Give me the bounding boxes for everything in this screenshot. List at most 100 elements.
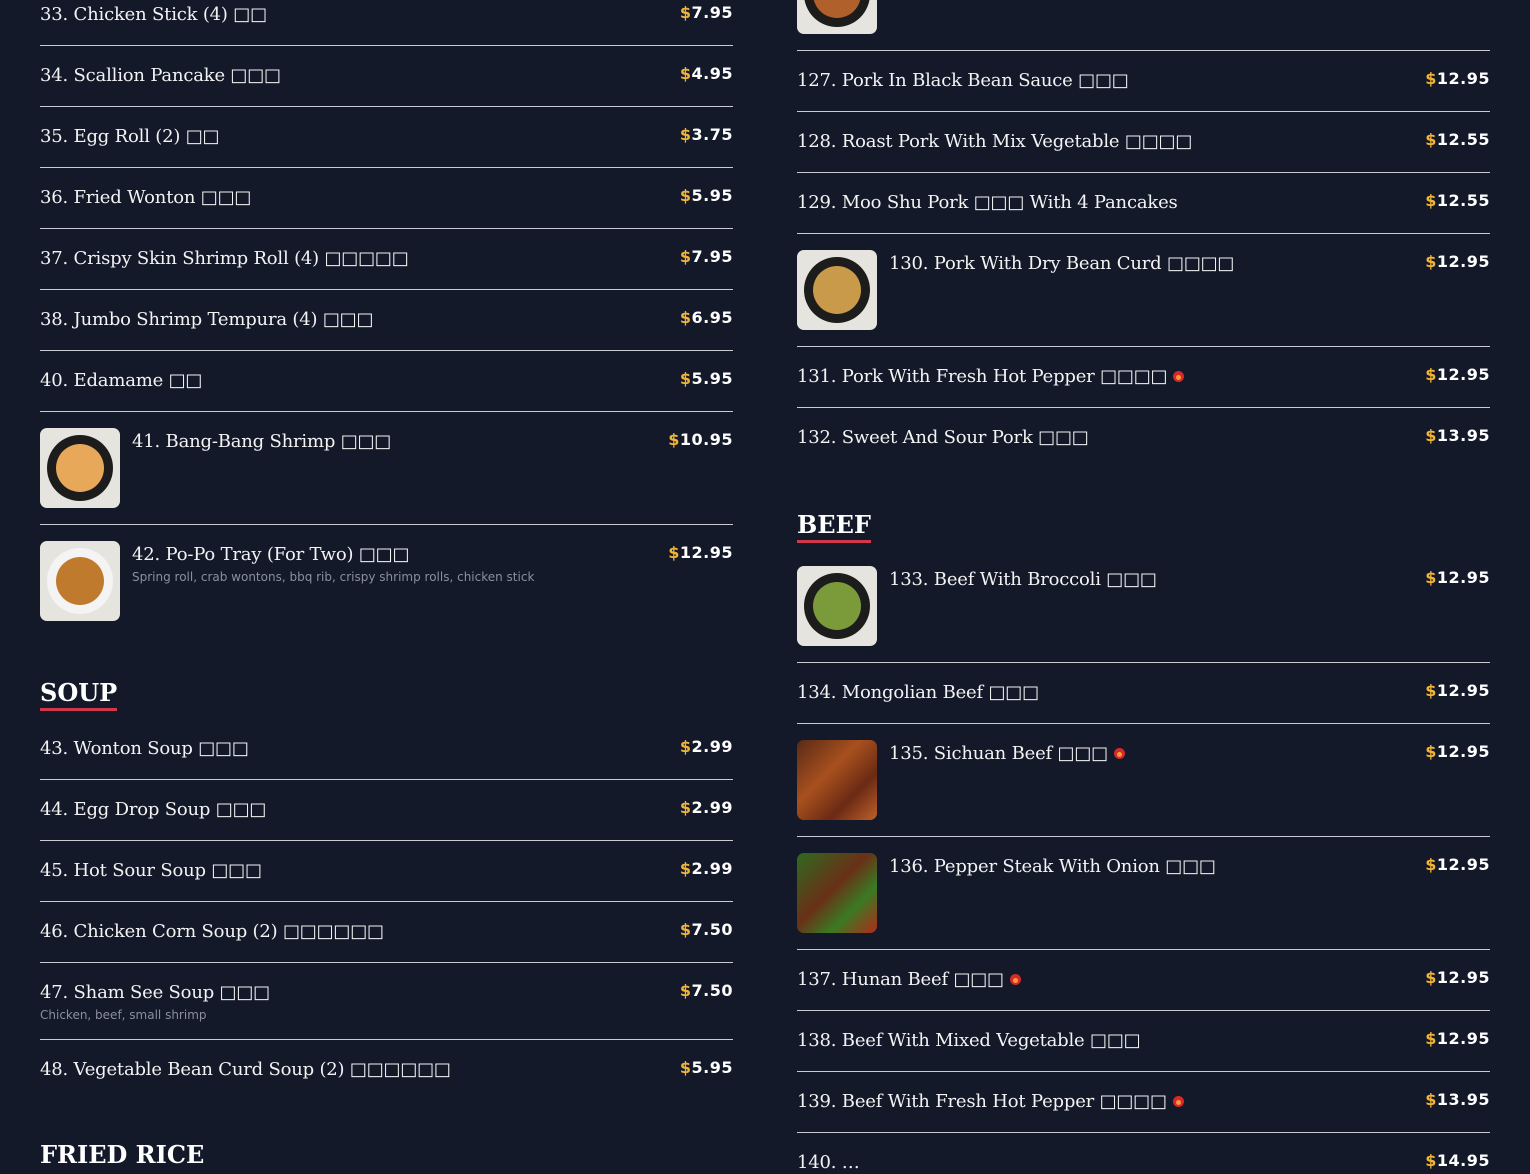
menu-item[interactable]: 42. Po-Po Tray (For Two) □□□ Spring roll…	[40, 525, 733, 625]
dish-photo[interactable]	[40, 541, 120, 621]
item-price: $14.95	[1425, 1151, 1490, 1170]
menu-item[interactable]: 137. Hunan Beef □□□ $12.95	[797, 950, 1490, 1011]
menu-item[interactable]: 40. Edamame □□ $5.95	[40, 351, 733, 412]
item-name: 138. Beef With Mixed Vegetable □□□	[797, 1030, 1141, 1051]
item-price: $12.95	[1425, 365, 1490, 384]
dish-photo[interactable]	[797, 0, 877, 34]
food-shape	[813, 582, 861, 630]
item-description: Chicken, beef, small shrimp	[40, 1008, 207, 1022]
item-name: 133. Beef With Broccoli □□□	[889, 569, 1157, 590]
item-price: $12.95	[1425, 968, 1490, 987]
item-name: 34. Scallion Pancake □□□	[40, 65, 281, 86]
menu-item[interactable]: 46. Chicken Corn Soup (2) □□□□□□ $7.50	[40, 902, 733, 963]
section-underline	[40, 708, 118, 711]
item-name: 37. Crispy Skin Shrimp Roll (4) □□□□□	[40, 248, 409, 269]
item-name: 40. Edamame □□	[40, 370, 203, 391]
menu-item[interactable]: 41. Bang-Bang Shrimp □□□ $10.95	[40, 412, 733, 525]
item-price: $12.95	[1425, 252, 1490, 271]
item-price: $2.99	[679, 859, 733, 878]
food-shape	[813, 266, 861, 314]
item-name: 136. Pepper Steak With Onion □□□	[889, 856, 1216, 877]
dish-photo[interactable]	[40, 428, 120, 508]
item-price: $5.95	[679, 186, 733, 205]
item-name: 44. Egg Drop Soup □□□	[40, 799, 267, 820]
dish-photo[interactable]	[797, 853, 877, 933]
item-price: $2.99	[679, 798, 733, 817]
menu-item[interactable]: 136. Pepper Steak With Onion □□□ $12.95	[797, 837, 1490, 950]
menu-item[interactable]: 44. Egg Drop Soup □□□ $2.99	[40, 780, 733, 841]
menu-item[interactable]: 132. Sweet And Sour Pork □□□ $13.95	[797, 408, 1490, 469]
menu-item[interactable]: 47. Sham See Soup □□□ Chicken, beef, sma…	[40, 963, 733, 1040]
food-shape	[56, 557, 104, 605]
dish-photo[interactable]	[797, 566, 877, 646]
item-name: 45. Hot Sour Soup □□□	[40, 860, 262, 881]
item-name-row: 137. Hunan Beef □□□	[797, 969, 1021, 991]
item-name: 131. Pork With Fresh Hot Pepper □□□□	[797, 366, 1168, 387]
menu-item[interactable]: 33. Chicken Stick (4) □□ $7.95	[40, 0, 733, 46]
menu-item[interactable]: 131. Pork With Fresh Hot Pepper □□□□ $12…	[797, 347, 1490, 408]
item-name-row: 139. Beef With Fresh Hot Pepper □□□□	[797, 1091, 1184, 1113]
menu-item[interactable]: 135. Sichuan Beef □□□ $12.95	[797, 724, 1490, 837]
menu-item[interactable]: 34. Scallion Pancake □□□ $4.95	[40, 46, 733, 107]
spicy-icon	[1173, 371, 1185, 382]
section-underline	[797, 540, 871, 543]
item-name: 43. Wonton Soup □□□	[40, 738, 249, 759]
dish-photo[interactable]	[797, 740, 877, 820]
menu-item[interactable]: 139. Beef With Fresh Hot Pepper □□□□ $13…	[797, 1072, 1490, 1133]
item-price: $5.95	[679, 1058, 733, 1077]
food-shape	[56, 444, 104, 492]
item-name: 36. Fried Wonton □□□	[40, 187, 252, 208]
item-price: $12.95	[1425, 681, 1490, 700]
menu-item[interactable]: 36. Fried Wonton □□□ $5.95	[40, 168, 733, 229]
food-shape	[797, 740, 877, 820]
spicy-icon	[1113, 748, 1125, 759]
item-name-row: 135. Sichuan Beef □□□	[889, 743, 1125, 765]
food-shape	[797, 853, 877, 933]
item-name: 47. Sham See Soup □□□	[40, 982, 270, 1003]
item-name: 135. Sichuan Beef □□□	[889, 743, 1108, 764]
item-price: $7.95	[679, 3, 733, 22]
item-price: $12.95	[1425, 69, 1490, 88]
item-price: $10.95	[668, 430, 733, 449]
menu-item[interactable]: 138. Beef With Mixed Vegetable □□□ $12.9…	[797, 1011, 1490, 1072]
item-name: 41. Bang-Bang Shrimp □□□	[132, 431, 392, 452]
menu-item[interactable]: 127. Pork In Black Bean Sauce □□□ $12.95	[797, 51, 1490, 112]
item-name: 46. Chicken Corn Soup (2) □□□□□□	[40, 921, 384, 942]
item-name: 129. Moo Shu Pork □□□ With 4 Pancakes	[797, 192, 1178, 213]
item-price: $7.50	[679, 981, 733, 1000]
item-name: 38. Jumbo Shrimp Tempura (4) □□□	[40, 309, 374, 330]
menu-item[interactable]: 129. Moo Shu Pork □□□ With 4 Pancakes $1…	[797, 173, 1490, 234]
item-name: 33. Chicken Stick (4) □□	[40, 4, 267, 25]
item-description: Spring roll, crab wontons, bbq rib, cris…	[132, 570, 535, 584]
menu-item[interactable]: 35. Egg Roll (2) □□ $3.75	[40, 107, 733, 168]
dish-photo[interactable]	[797, 250, 877, 330]
menu-item[interactable]: 48. Vegetable Bean Curd Soup (2) □□□□□□ …	[40, 1040, 733, 1101]
item-price: $12.95	[1425, 568, 1490, 587]
item-price: $2.99	[679, 737, 733, 756]
menu-item[interactable]: 134. Mongolian Beef □□□ $12.95	[797, 663, 1490, 724]
item-price: $12.55	[1425, 130, 1490, 149]
item-name: 42. Po-Po Tray (For Two) □□□	[132, 544, 410, 565]
menu-item[interactable]: 37. Crispy Skin Shrimp Roll (4) □□□□□ $7…	[40, 229, 733, 290]
menu-item[interactable]: 43. Wonton Soup □□□ $2.99	[40, 719, 733, 780]
menu-item[interactable]: 38. Jumbo Shrimp Tempura (4) □□□ $6.95	[40, 290, 733, 351]
item-price: $13.95	[1425, 426, 1490, 445]
item-price: $12.95	[1425, 855, 1490, 874]
item-price: $3.75	[679, 125, 733, 144]
menu-item[interactable]: 130. Pork With Dry Bean Curd □□□□ $12.95	[797, 234, 1490, 347]
item-price: $6.95	[679, 308, 733, 327]
item-name: 134. Mongolian Beef □□□	[797, 682, 1039, 703]
menu-item[interactable]: 45. Hot Sour Soup □□□ $2.99	[40, 841, 733, 902]
menu-item[interactable]: 128. Roast Pork With Mix Vegetable □□□□ …	[797, 112, 1490, 173]
item-price: $12.95	[1425, 1029, 1490, 1048]
menu-item[interactable]: 133. Beef With Broccoli □□□ $12.95	[797, 550, 1490, 663]
spicy-icon	[1172, 1096, 1184, 1107]
menu-item[interactable]	[797, 0, 1490, 51]
item-name: 48. Vegetable Bean Curd Soup (2) □□□□□□	[40, 1059, 451, 1080]
item-name: 140. …	[797, 1152, 860, 1173]
menu-item[interactable]: 140. … $14.95	[797, 1133, 1490, 1173]
section-title-beef: BEEF	[797, 510, 871, 543]
item-price: $7.95	[679, 247, 733, 266]
item-price: $4.95	[679, 64, 733, 83]
item-price: $12.95	[1425, 742, 1490, 761]
